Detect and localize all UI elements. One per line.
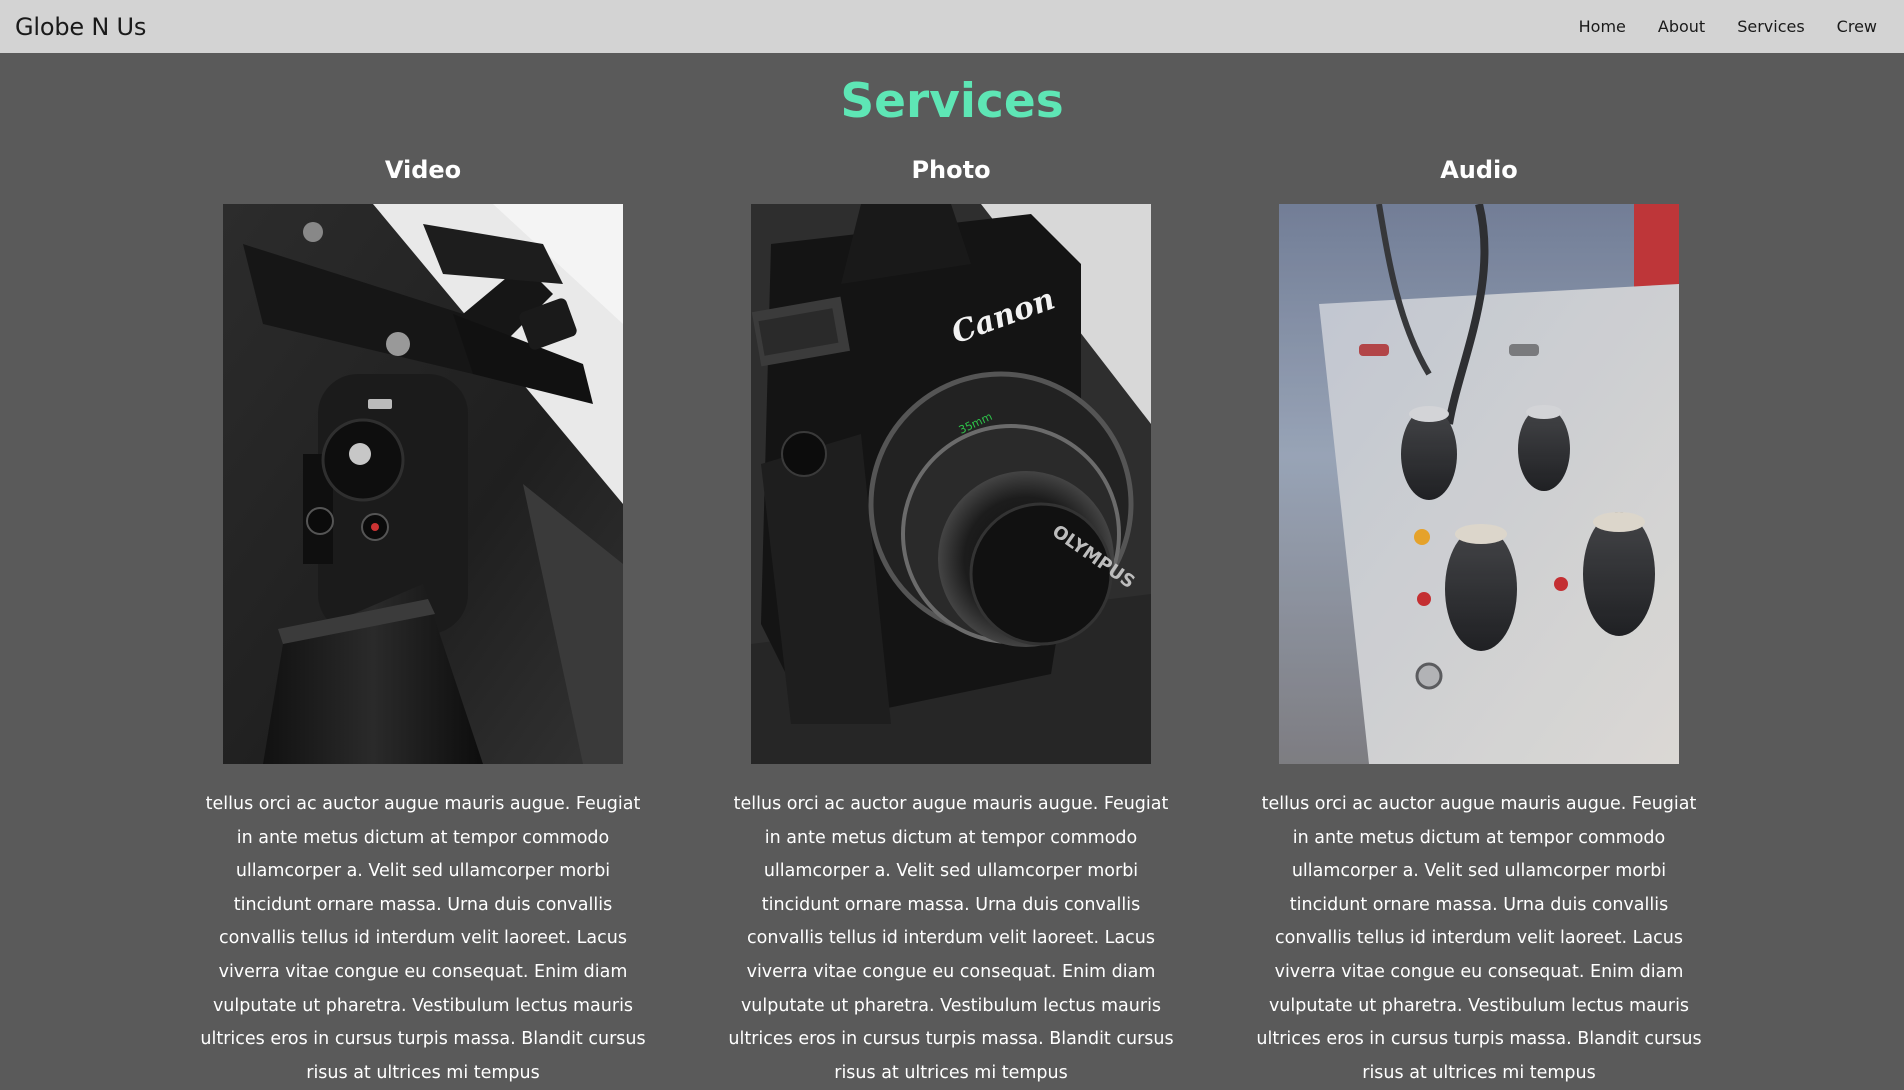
service-description: tellus orci ac auctor augue mauris augue…	[1256, 794, 1702, 1083]
nav-link-home[interactable]: Home	[1579, 17, 1626, 36]
nav-link-crew[interactable]: Crew	[1837, 17, 1877, 36]
service-card-photo: Photo Canon OLYMPUS 35mm tellus orci ac …	[721, 150, 1181, 1090]
service-title: Audio	[1440, 156, 1518, 184]
mixing-console-photo	[1279, 204, 1679, 764]
page-title: Services	[840, 74, 1064, 129]
nav-link-services[interactable]: Services	[1737, 17, 1804, 36]
service-card-audio: Audio tellus orci ac auctor augue mauris…	[1249, 150, 1709, 1090]
navbar: Globe N Us Home About Services Crew	[0, 0, 1904, 53]
service-description: tellus orci ac auctor augue mauris augue…	[728, 794, 1174, 1083]
nav-links: Home About Services Crew	[1547, 17, 1877, 36]
brand-logo[interactable]: Globe N Us	[15, 13, 146, 41]
service-card-video: Video tellus orci ac auctor augue mauris…	[193, 150, 653, 1090]
nav-link-about[interactable]: About	[1658, 17, 1705, 36]
service-title: Photo	[911, 156, 991, 184]
service-description: tellus orci ac auctor augue mauris augue…	[200, 794, 646, 1083]
camera-photo: Canon OLYMPUS 35mm	[751, 204, 1151, 764]
gimbal-stabilizer-photo	[223, 204, 623, 764]
service-title: Video	[384, 156, 462, 184]
